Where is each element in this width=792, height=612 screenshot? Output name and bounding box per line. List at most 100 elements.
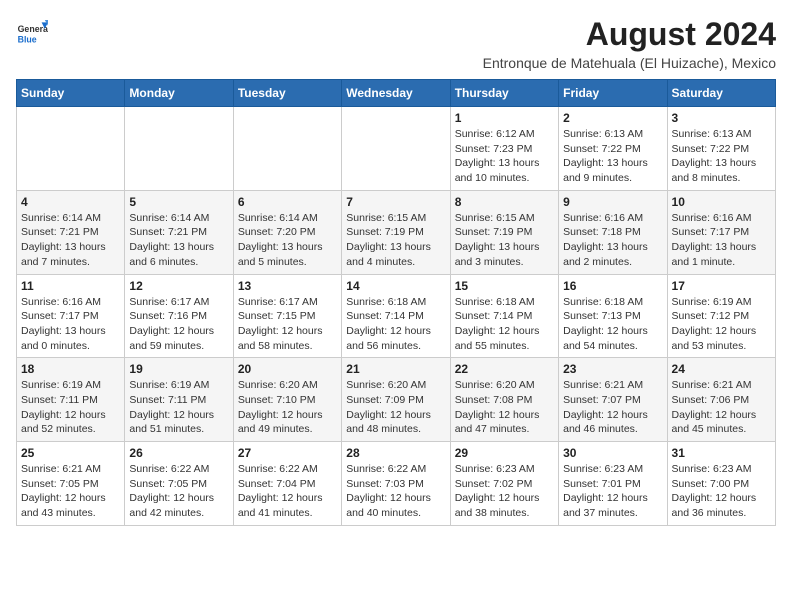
calendar-cell: 11 Sunrise: 6:16 AMSunset: 7:17 PMDayligh… <box>17 274 125 358</box>
day-number: 17 <box>672 279 771 293</box>
calendar-cell: 9Sunrise: 6:16 AMSunset: 7:18 PMDaylight… <box>559 190 667 274</box>
day-number: 5 <box>129 195 228 209</box>
day-number: 27 <box>238 446 337 460</box>
day-number: 25 <box>21 446 120 460</box>
day-info: Sunrise: 6:19 AMSunset: 7:11 PMDaylight:… <box>21 378 120 437</box>
day-info: Sunrise: 6:19 AMSunset: 7:12 PMDaylight:… <box>672 295 771 354</box>
calendar-week-5: 25 Sunrise: 6:21 AMSunset: 7:05 PMDayligh… <box>17 442 776 526</box>
calendar-cell <box>342 107 450 191</box>
calendar-cell: 5 Sunrise: 6:14 AMSunset: 7:21 PMDaylight… <box>125 190 233 274</box>
day-info: Sunrise: 6:13 AMSunset: 7:22 PMDaylight:… <box>563 127 662 186</box>
svg-text:Blue: Blue <box>18 34 37 44</box>
day-info: Sunrise: 6:15 AMSunset: 7:19 PMDaylight:… <box>455 211 554 270</box>
day-number: 10 <box>672 195 771 209</box>
day-info: Sunrise: 6:21 AMSunset: 7:06 PMDaylight:… <box>672 378 771 437</box>
calendar-cell <box>125 107 233 191</box>
day-info: Sunrise: 6:17 AMSunset: 7:15 PMDaylight:… <box>238 295 337 354</box>
day-number: 2 <box>563 111 662 125</box>
calendar-cell: 14Sunrise: 6:18 AMSunset: 7:14 PMDayligh… <box>342 274 450 358</box>
day-number: 31 <box>672 446 771 460</box>
weekday-header-tuesday: Tuesday <box>233 80 341 107</box>
day-number: 7 <box>346 195 445 209</box>
weekday-header-monday: Monday <box>125 80 233 107</box>
day-info: Sunrise: 6:23 AMSunset: 7:00 PMDaylight:… <box>672 462 771 521</box>
day-number: 18 <box>21 362 120 376</box>
calendar-cell: 24 Sunrise: 6:21 AMSunset: 7:06 PMDayligh… <box>667 358 775 442</box>
day-info: Sunrise: 6:17 AMSunset: 7:16 PMDaylight:… <box>129 295 228 354</box>
day-number: 15 <box>455 279 554 293</box>
calendar-week-1: 1 Sunrise: 6:12 AMSunset: 7:23 PMDaylight… <box>17 107 776 191</box>
day-info: Sunrise: 6:23 AMSunset: 7:02 PMDaylight:… <box>455 462 554 521</box>
calendar-cell <box>233 107 341 191</box>
day-info: Sunrise: 6:16 AMSunset: 7:17 PMDaylight:… <box>21 295 120 354</box>
logo: General Blue <box>16 16 48 48</box>
weekday-header-saturday: Saturday <box>667 80 775 107</box>
location: Entronque de Matehuala (El Huizache), Me… <box>483 55 776 71</box>
page-header: General Blue August 2024 Entronque de Ma… <box>16 16 776 71</box>
weekday-header-thursday: Thursday <box>450 80 558 107</box>
weekday-header-friday: Friday <box>559 80 667 107</box>
day-info: Sunrise: 6:21 AMSunset: 7:07 PMDaylight:… <box>563 378 662 437</box>
day-number: 1 <box>455 111 554 125</box>
calendar-cell: 22 Sunrise: 6:20 AMSunset: 7:08 PMDayligh… <box>450 358 558 442</box>
calendar-cell: 1 Sunrise: 6:12 AMSunset: 7:23 PMDaylight… <box>450 107 558 191</box>
calendar-cell: 6 Sunrise: 6:14 AMSunset: 7:20 PMDaylight… <box>233 190 341 274</box>
calendar-week-2: 4Sunrise: 6:14 AMSunset: 7:21 PMDaylight… <box>17 190 776 274</box>
calendar-week-4: 18 Sunrise: 6:19 AMSunset: 7:11 PMDayligh… <box>17 358 776 442</box>
calendar-cell: 29 Sunrise: 6:23 AMSunset: 7:02 PMDayligh… <box>450 442 558 526</box>
day-info: Sunrise: 6:19 AMSunset: 7:11 PMDaylight:… <box>129 378 228 437</box>
day-info: Sunrise: 6:15 AMSunset: 7:19 PMDaylight:… <box>346 211 445 270</box>
weekday-row: SundayMondayTuesdayWednesdayThursdayFrid… <box>17 80 776 107</box>
day-info: Sunrise: 6:20 AMSunset: 7:08 PMDaylight:… <box>455 378 554 437</box>
calendar-cell: 10Sunrise: 6:16 AMSunset: 7:17 PMDayligh… <box>667 190 775 274</box>
calendar-cell: 30Sunrise: 6:23 AMSunset: 7:01 PMDayligh… <box>559 442 667 526</box>
day-info: Sunrise: 6:14 AMSunset: 7:21 PMDaylight:… <box>21 211 120 270</box>
day-number: 29 <box>455 446 554 460</box>
calendar-cell: 2 Sunrise: 6:13 AMSunset: 7:22 PMDaylight… <box>559 107 667 191</box>
day-number: 21 <box>346 362 445 376</box>
day-number: 11 <box>21 279 120 293</box>
calendar-cell: 18 Sunrise: 6:19 AMSunset: 7:11 PMDayligh… <box>17 358 125 442</box>
day-info: Sunrise: 6:22 AMSunset: 7:03 PMDaylight:… <box>346 462 445 521</box>
day-number: 24 <box>672 362 771 376</box>
calendar-cell: 3 Sunrise: 6:13 AMSunset: 7:22 PMDaylight… <box>667 107 775 191</box>
calendar-cell <box>17 107 125 191</box>
day-info: Sunrise: 6:23 AMSunset: 7:01 PMDaylight:… <box>563 462 662 521</box>
day-number: 9 <box>563 195 662 209</box>
day-number: 20 <box>238 362 337 376</box>
calendar-cell: 16Sunrise: 6:18 AMSunset: 7:13 PMDayligh… <box>559 274 667 358</box>
weekday-header-wednesday: Wednesday <box>342 80 450 107</box>
day-info: Sunrise: 6:18 AMSunset: 7:14 PMDaylight:… <box>455 295 554 354</box>
calendar-cell: 28 Sunrise: 6:22 AMSunset: 7:03 PMDayligh… <box>342 442 450 526</box>
calendar-cell: 15 Sunrise: 6:18 AMSunset: 7:14 PMDayligh… <box>450 274 558 358</box>
title-section: August 2024 Entronque de Matehuala (El H… <box>483 16 776 71</box>
logo-icon: General Blue <box>16 16 48 48</box>
day-info: Sunrise: 6:13 AMSunset: 7:22 PMDaylight:… <box>672 127 771 186</box>
day-info: Sunrise: 6:20 AMSunset: 7:10 PMDaylight:… <box>238 378 337 437</box>
day-info: Sunrise: 6:21 AMSunset: 7:05 PMDaylight:… <box>21 462 120 521</box>
day-info: Sunrise: 6:12 AMSunset: 7:23 PMDaylight:… <box>455 127 554 186</box>
calendar-cell: 8Sunrise: 6:15 AMSunset: 7:19 PMDaylight… <box>450 190 558 274</box>
day-number: 22 <box>455 362 554 376</box>
day-number: 12 <box>129 279 228 293</box>
calendar-cell: 20 Sunrise: 6:20 AMSunset: 7:10 PMDayligh… <box>233 358 341 442</box>
day-info: Sunrise: 6:18 AMSunset: 7:14 PMDaylight:… <box>346 295 445 354</box>
day-info: Sunrise: 6:22 AMSunset: 7:05 PMDaylight:… <box>129 462 228 521</box>
calendar-cell: 27 Sunrise: 6:22 AMSunset: 7:04 PMDayligh… <box>233 442 341 526</box>
day-info: Sunrise: 6:22 AMSunset: 7:04 PMDaylight:… <box>238 462 337 521</box>
day-info: Sunrise: 6:14 AMSunset: 7:21 PMDaylight:… <box>129 211 228 270</box>
calendar-cell: 23 Sunrise: 6:21 AMSunset: 7:07 PMDayligh… <box>559 358 667 442</box>
day-number: 19 <box>129 362 228 376</box>
day-info: Sunrise: 6:20 AMSunset: 7:09 PMDaylight:… <box>346 378 445 437</box>
day-number: 3 <box>672 111 771 125</box>
calendar-cell: 17 Sunrise: 6:19 AMSunset: 7:12 PMDayligh… <box>667 274 775 358</box>
calendar-header: SundayMondayTuesdayWednesdayThursdayFrid… <box>17 80 776 107</box>
day-number: 6 <box>238 195 337 209</box>
day-info: Sunrise: 6:14 AMSunset: 7:20 PMDaylight:… <box>238 211 337 270</box>
day-number: 26 <box>129 446 228 460</box>
day-number: 23 <box>563 362 662 376</box>
calendar-cell: 31 Sunrise: 6:23 AMSunset: 7:00 PMDayligh… <box>667 442 775 526</box>
day-number: 28 <box>346 446 445 460</box>
calendar-cell: 19 Sunrise: 6:19 AMSunset: 7:11 PMDayligh… <box>125 358 233 442</box>
calendar-cell: 13Sunrise: 6:17 AMSunset: 7:15 PMDayligh… <box>233 274 341 358</box>
